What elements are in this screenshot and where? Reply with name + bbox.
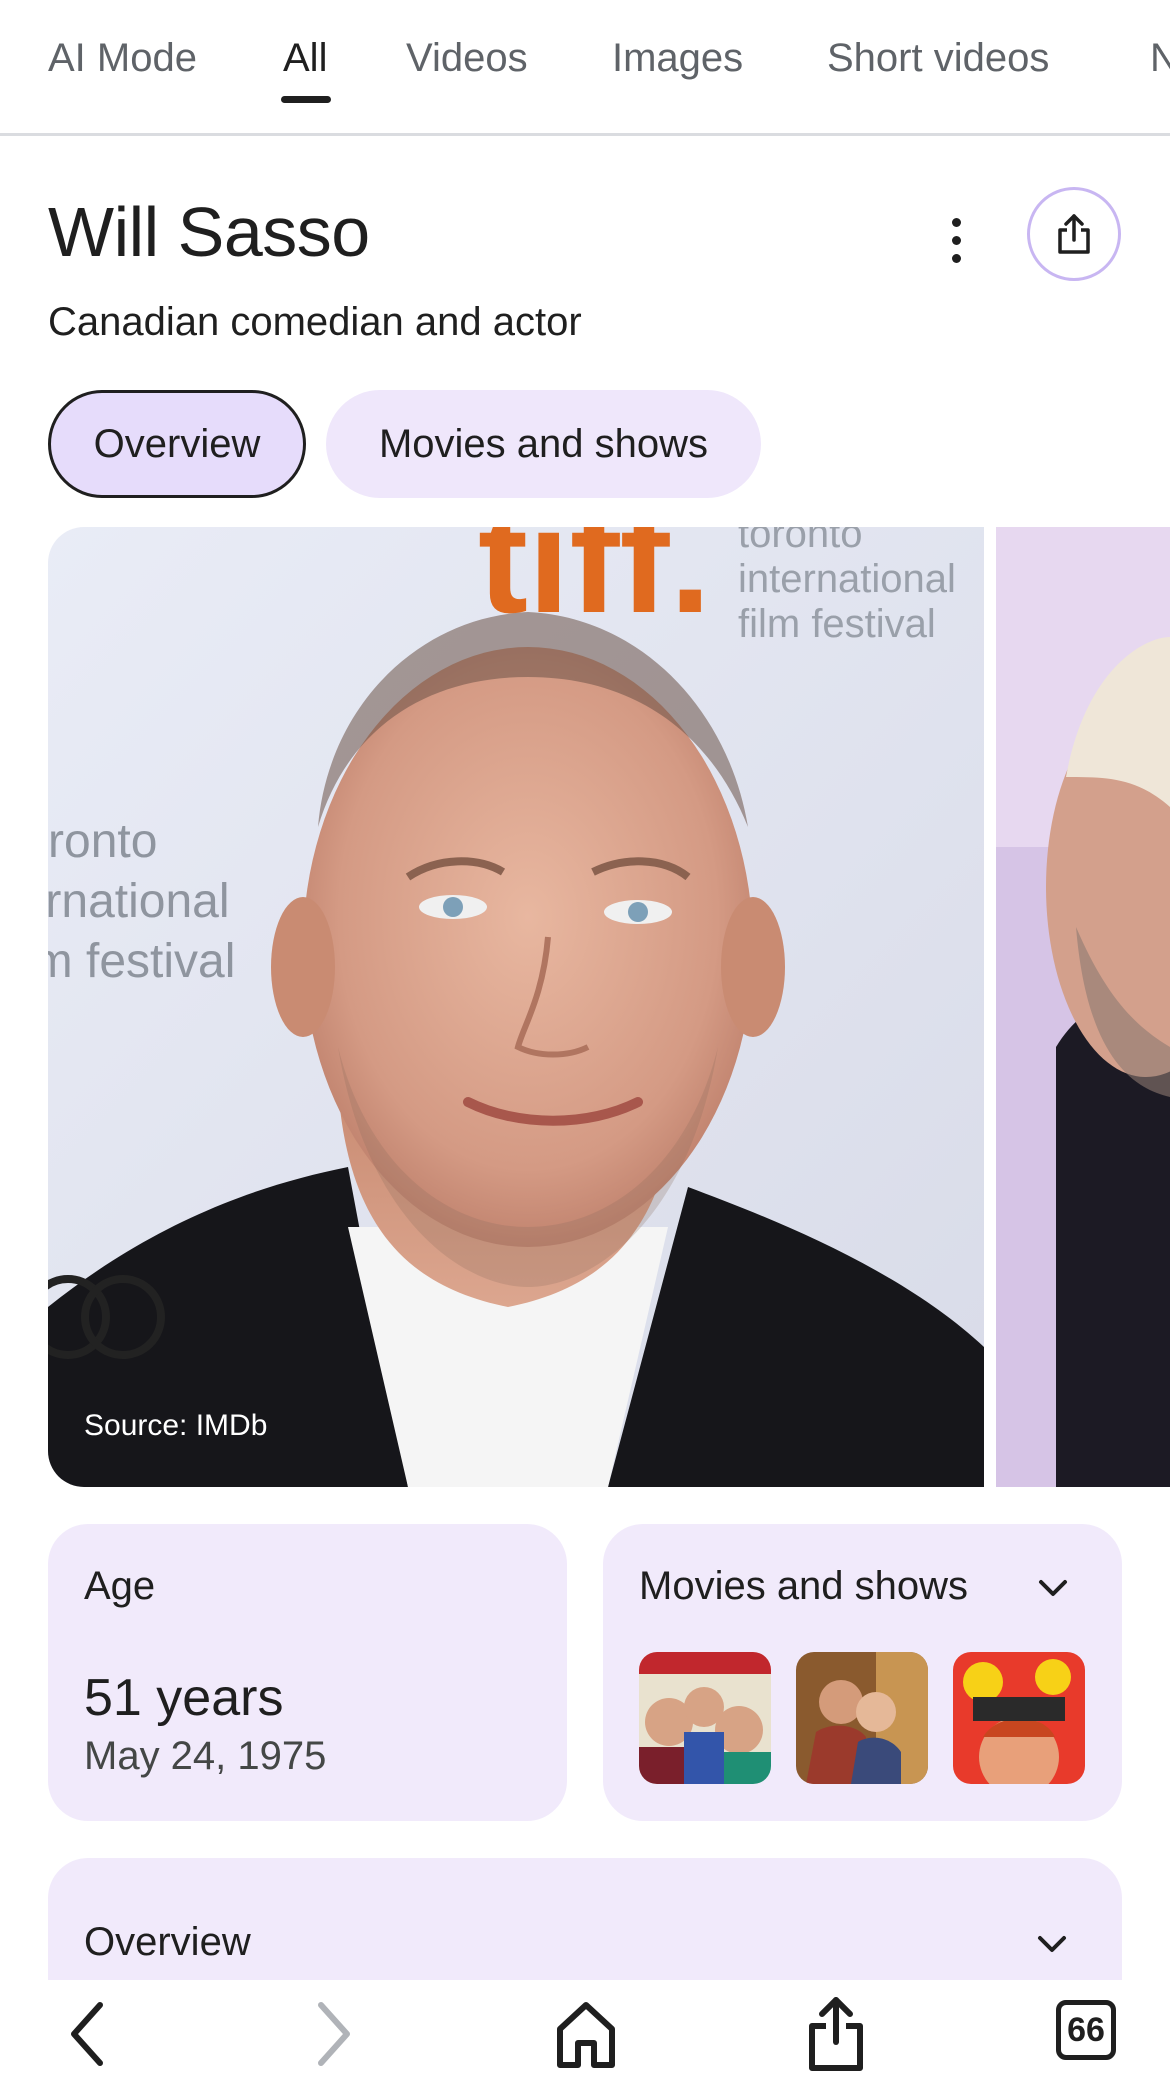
chevron-down-icon[interactable] — [1033, 1568, 1073, 1608]
age-value: 51 years — [84, 1669, 284, 1727]
chevron-down-icon[interactable] — [1032, 1924, 1072, 1964]
movie-thumbnail[interactable] — [953, 1652, 1085, 1784]
backdrop-text: toronto — [48, 815, 157, 868]
share-icon — [1058, 214, 1090, 254]
share-icon — [809, 1997, 863, 2071]
browser-toolbar: 66 — [0, 1980, 1170, 2080]
more-options-icon-dot — [951, 217, 961, 227]
tab-short-videos[interactable]: Short videos — [827, 36, 1049, 81]
entity-title: Will Sasso — [48, 193, 370, 271]
more-options-button[interactable] — [936, 212, 976, 268]
backdrop-text: film festival — [48, 935, 235, 988]
home-button[interactable] — [550, 1988, 622, 2080]
backdrop-text: international — [48, 875, 230, 928]
hero-image[interactable]: tiff. toronto international film festiva… — [48, 527, 984, 1487]
more-options-icon-dot — [951, 253, 961, 263]
movie-thumbnail[interactable] — [796, 1652, 928, 1784]
romance-still-image — [796, 1652, 928, 1784]
search-tabs: AI Mode All Videos Images Short videos N — [0, 0, 1170, 136]
portrait-photo: tiff. toronto international film festiva… — [48, 527, 984, 1487]
backdrop-text: film festival — [738, 602, 936, 646]
second-image[interactable] — [996, 527, 1170, 1487]
entity-description: Canadian comedian and actor — [48, 300, 582, 344]
second-photo — [996, 527, 1170, 1487]
movies-and-shows-card[interactable]: Movies and shows — [603, 1524, 1122, 1821]
share-button[interactable] — [1027, 187, 1121, 281]
comic-poster-image — [953, 1652, 1085, 1784]
more-options-icon-dot — [951, 235, 961, 245]
backdrop-text: toronto — [738, 527, 863, 556]
forward-button[interactable] — [305, 1988, 365, 2080]
tab-news[interactable]: N — [1150, 36, 1170, 81]
chip-movies-and-shows[interactable]: Movies and shows — [326, 390, 761, 498]
tab-images[interactable]: Images — [612, 36, 743, 81]
tab-videos[interactable]: Videos — [406, 36, 528, 81]
back-button[interactable] — [56, 1988, 116, 2080]
back-icon — [71, 2002, 103, 2066]
backdrop-text: international — [738, 557, 956, 601]
movie-thumbnail[interactable] — [639, 1652, 771, 1784]
chip-overview[interactable]: Overview — [48, 390, 306, 498]
search-results-page: AI Mode All Videos Images Short videos N… — [0, 0, 1170, 2080]
overview-label: Overview — [84, 1920, 251, 1964]
image-source-caption: Source: IMDb — [84, 1409, 268, 1442]
age-card[interactable]: Age 51 years May 24, 1975 — [48, 1524, 567, 1821]
tab-all[interactable]: All — [283, 36, 327, 81]
forward-icon — [318, 2002, 350, 2066]
home-icon — [557, 2002, 615, 2068]
share-page-button[interactable] — [800, 1988, 872, 2080]
tabs-icon[interactable]: 66 — [1056, 2000, 1116, 2060]
active-tab-indicator — [281, 96, 331, 103]
age-label: Age — [84, 1564, 156, 1608]
tab-ai-mode[interactable]: AI Mode — [48, 36, 197, 81]
birth-date: May 24, 1975 — [84, 1734, 327, 1778]
stooges-poster-image — [639, 1652, 771, 1784]
movies-card-label: Movies and shows — [639, 1564, 969, 1608]
